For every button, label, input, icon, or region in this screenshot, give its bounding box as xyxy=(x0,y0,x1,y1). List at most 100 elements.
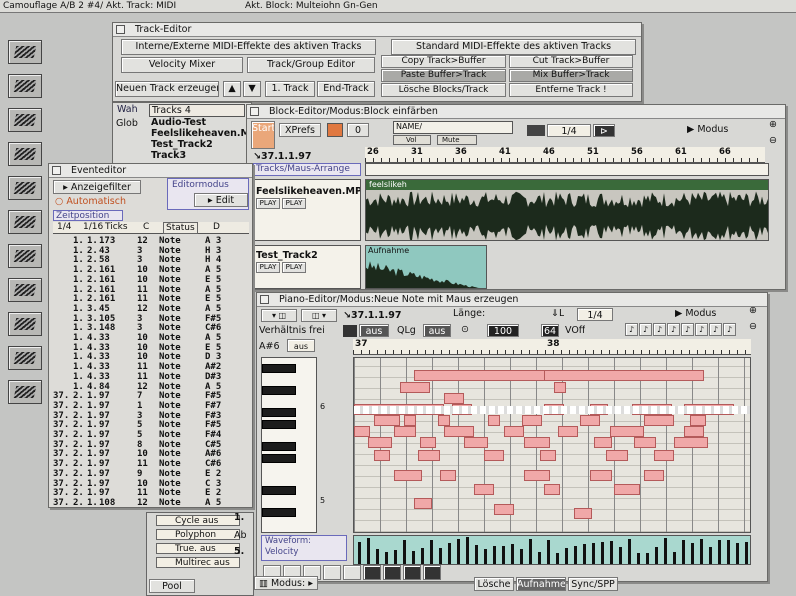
piano-keyboard[interactable]: 6 5 xyxy=(261,357,325,533)
down-arrow-icon[interactable]: ▼ xyxy=(243,81,261,97)
multirec-toggle[interactable]: Multirec aus xyxy=(156,557,240,568)
midi-note[interactable] xyxy=(554,382,566,393)
remove-track-button[interactable]: Entferne Track ! xyxy=(509,83,633,97)
sidebar-tool-button[interactable] xyxy=(8,210,42,234)
sidebar-tool-button[interactable] xyxy=(8,108,42,132)
midi-note[interactable] xyxy=(644,415,674,426)
track-list-item[interactable]: Track3 xyxy=(151,150,251,161)
track2-rec-button[interactable]: PLAY xyxy=(282,262,306,273)
velocity-bar[interactable] xyxy=(439,547,442,564)
velocity-bar[interactable] xyxy=(727,539,730,564)
note-length-button[interactable]: ♪ xyxy=(653,323,666,336)
black-key[interactable] xyxy=(262,442,296,451)
velocity-bar[interactable] xyxy=(664,538,667,564)
sidebar-tool-button[interactable] xyxy=(8,142,42,166)
piano-ruler[interactable]: 37 38 xyxy=(353,339,751,355)
velocity-bar[interactable] xyxy=(466,536,469,564)
velocity-bar[interactable] xyxy=(358,542,361,564)
sidebar-tool-button[interactable] xyxy=(8,278,42,302)
event-list[interactable]: 1. 1. 173 12 Note A 3 1. 2. 43 3 Note H 3 1. 2. 58 3 Not… xyxy=(53,236,253,506)
midi-note[interactable] xyxy=(464,437,488,448)
velocity-bar[interactable] xyxy=(421,548,424,564)
midi-note[interactable] xyxy=(594,437,612,448)
midi-note[interactable] xyxy=(614,484,640,495)
black-key[interactable] xyxy=(262,486,296,495)
velocity-bar[interactable] xyxy=(502,546,505,564)
velocity-bar[interactable] xyxy=(538,551,541,564)
velocity-bar[interactable] xyxy=(718,540,721,564)
copy-track-buffer-button[interactable]: Copy Track>Buffer xyxy=(381,55,506,68)
midi-note[interactable] xyxy=(522,415,542,426)
midi-note[interactable] xyxy=(394,470,422,481)
midi-note[interactable] xyxy=(504,426,524,437)
tool-icon-button[interactable] xyxy=(343,565,361,580)
velocity-bar[interactable] xyxy=(475,544,478,564)
track-list-item[interactable]: Audio-Test xyxy=(151,117,251,128)
note-length-button[interactable]: ♪ xyxy=(667,323,680,336)
track-list-item[interactable]: Test_Track2 xyxy=(151,139,251,150)
midi-note[interactable] xyxy=(580,415,600,426)
zero-field[interactable]: 0 xyxy=(347,123,369,137)
velocity-bar[interactable] xyxy=(691,542,694,564)
midi-note[interactable] xyxy=(404,415,416,426)
arrange-top-strip[interactable] xyxy=(365,163,769,176)
track-group-editor-button[interactable]: Track/Group Editor xyxy=(247,57,375,73)
midi-note[interactable] xyxy=(654,450,674,461)
velocity-bar[interactable] xyxy=(574,546,577,564)
down-icon[interactable]: ⇓L xyxy=(551,308,564,319)
sixtyfour-field[interactable]: 64 xyxy=(541,324,559,337)
anzeigefilter-button[interactable]: ▸ Anzeigefilter xyxy=(53,180,141,194)
track-list-item[interactable]: Feelslikeheaven.MPE xyxy=(151,128,251,139)
note-length-button[interactable]: ♪ xyxy=(709,323,722,336)
midi-note[interactable] xyxy=(610,426,644,437)
velocity-bar[interactable] xyxy=(682,539,685,564)
note-length-button[interactable]: ♪ xyxy=(625,323,638,336)
sidebar-tool-button[interactable] xyxy=(8,380,42,404)
midi-note[interactable] xyxy=(524,470,550,481)
velocity-bar[interactable] xyxy=(637,553,640,564)
piano-ratio-field[interactable]: 1/4 xyxy=(577,308,613,321)
tool-select-button[interactable]: ▾ ◫ xyxy=(261,309,297,322)
grid-icon[interactable] xyxy=(343,325,357,337)
midi-note[interactable] xyxy=(474,484,494,495)
midi-note[interactable] xyxy=(690,415,706,426)
edit-button[interactable]: ▸ Edit xyxy=(194,193,248,207)
piano-zoom-in-icon[interactable]: ⊕ xyxy=(749,305,757,316)
internal-effects-heading[interactable]: Interne/Externe MIDI-Effekte des aktiven… xyxy=(121,39,376,55)
close-icon[interactable] xyxy=(52,166,61,175)
velocity-bar[interactable] xyxy=(376,548,379,564)
tool-icon-button[interactable] xyxy=(363,565,381,580)
black-key[interactable] xyxy=(262,420,296,429)
piano-zoom-out-icon[interactable]: ⊖ xyxy=(749,321,757,332)
mute-field[interactable]: Mute xyxy=(437,135,477,145)
velocity-bar[interactable] xyxy=(565,548,568,564)
midi-note[interactable] xyxy=(606,450,628,461)
midi-note[interactable] xyxy=(540,450,556,461)
midi-note[interactable] xyxy=(590,470,612,481)
note-input[interactable]: aus xyxy=(287,339,315,352)
close-icon[interactable] xyxy=(250,107,259,116)
note-length-button[interactable]: ♪ xyxy=(695,323,708,336)
sync-spp-button[interactable]: Sync/SPP xyxy=(568,577,618,591)
piano-modus-label[interactable]: ▶ Modus xyxy=(675,308,716,319)
velocity-bar[interactable] xyxy=(646,552,649,564)
piano-editor-titlebar[interactable]: Piano-Editor/Modus:Neue Note mit Maus er… xyxy=(257,293,767,307)
first-track-button[interactable]: 1. Track xyxy=(265,81,315,97)
midi-note[interactable] xyxy=(444,426,474,437)
zoom-in-icon[interactable]: ⊕ xyxy=(769,119,777,130)
xprefs-button[interactable]: XPrefs xyxy=(279,123,321,137)
aus-field-1[interactable]: aus xyxy=(359,324,389,337)
velocity-bar[interactable] xyxy=(484,548,487,564)
color-swatch[interactable] xyxy=(327,123,343,137)
velocity-bar[interactable] xyxy=(394,549,397,564)
event-editor-titlebar[interactable]: Eventeditor xyxy=(49,164,252,178)
start-button[interactable]: Start xyxy=(251,121,275,149)
note-length-button[interactable]: ♪ xyxy=(723,323,736,336)
tool-icon-button[interactable] xyxy=(323,565,341,580)
track2-header[interactable]: Test_Track2 PLAY PLAY xyxy=(253,245,361,289)
note-length-button[interactable]: ♪ xyxy=(681,323,694,336)
loesche-button[interactable]: Lösche xyxy=(474,577,514,591)
name-field[interactable]: NAME/ xyxy=(393,121,513,134)
note-length-buttons[interactable]: ♪ ♪ ♪ ♪ ♪ ♪ ♪ ♪ xyxy=(625,323,743,337)
midi-note[interactable] xyxy=(558,426,578,437)
